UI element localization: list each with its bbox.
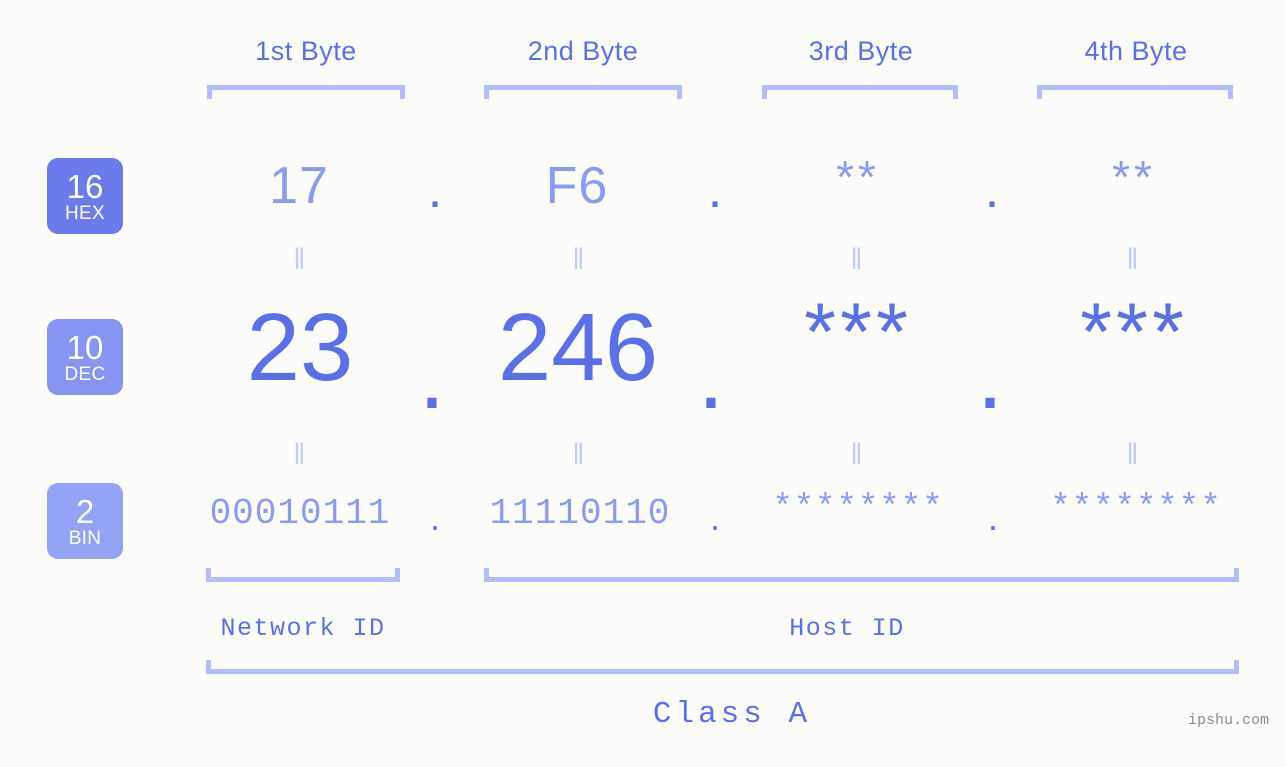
host-id-label: Host ID (789, 614, 905, 643)
network-id-label: Network ID (220, 614, 386, 643)
dec-byte-4: *** (1080, 287, 1188, 378)
dec-separator-2: . (697, 322, 725, 429)
bin-byte-4: ******** (1050, 490, 1222, 528)
bin-separator-3: . (987, 497, 998, 538)
network-id-bracket (206, 568, 400, 582)
byte-bracket-4 (1037, 85, 1233, 99)
equals-marker-hexdec-1: ‖ (293, 243, 309, 276)
base-badge-hex-number: 16 (66, 167, 104, 205)
site-watermark: ipshu.com (1187, 712, 1269, 729)
hex-byte-1: 17 (269, 157, 329, 215)
class-label: Class A (652, 697, 812, 732)
equals-marker-decbin-1: ‖ (293, 438, 309, 471)
ip-byte-breakdown-diagram: 1st Byte 2nd Byte 3rd Byte 4th Byte 16 H… (0, 0, 1285, 767)
hex-byte-4: ** (1112, 151, 1156, 203)
byte-header-2: 2nd Byte (527, 36, 639, 66)
byte-header-4: 4th Byte (1084, 36, 1188, 66)
equals-marker-decbin-4: ‖ (1126, 438, 1142, 471)
base-badge-hex: 16 HEX (47, 158, 123, 234)
dec-byte-2: 246 (497, 294, 659, 401)
base-badge-bin-number: 2 (75, 492, 95, 530)
dec-separator-3: . (976, 322, 1004, 429)
hex-byte-2: F6 (545, 157, 609, 215)
equals-marker-hexdec-3: ‖ (850, 243, 866, 276)
equals-marker-decbin-3: ‖ (850, 438, 866, 471)
hex-separator-2: . (707, 161, 723, 219)
hex-separator-3: . (984, 161, 1000, 219)
equals-marker-hexdec-4: ‖ (1126, 243, 1142, 276)
base-badge-hex-name: HEX (65, 202, 105, 224)
base-badge-dec-number: 10 (66, 328, 104, 366)
byte-bracket-1 (207, 85, 405, 99)
dec-byte-3: *** (804, 287, 912, 378)
base-badge-bin-name: BIN (68, 527, 102, 549)
equals-marker-decbin-2: ‖ (572, 438, 588, 471)
bin-separator-2: . (709, 497, 720, 538)
byte-header-3: 3rd Byte (808, 36, 914, 66)
class-bracket (206, 660, 1239, 674)
byte-header-1: 1st Byte (255, 36, 357, 66)
base-badge-bin: 2 BIN (47, 483, 123, 559)
hex-separator-1: . (427, 161, 443, 219)
base-badge-dec: 10 DEC (47, 319, 123, 395)
byte-bracket-2 (484, 85, 682, 99)
byte-bracket-3 (762, 85, 958, 99)
dec-byte-1: 23 (246, 294, 354, 401)
dec-separator-1: . (418, 322, 446, 429)
equals-marker-hexdec-2: ‖ (572, 243, 588, 276)
bin-separator-1: . (429, 497, 440, 538)
hex-byte-3: ** (836, 151, 880, 203)
bin-byte-1: 00010111 (209, 493, 391, 534)
host-id-bracket (484, 568, 1239, 582)
bin-byte-2: 11110110 (489, 493, 671, 534)
bin-byte-3: ******** (772, 490, 944, 528)
base-badge-dec-name: DEC (64, 363, 106, 385)
